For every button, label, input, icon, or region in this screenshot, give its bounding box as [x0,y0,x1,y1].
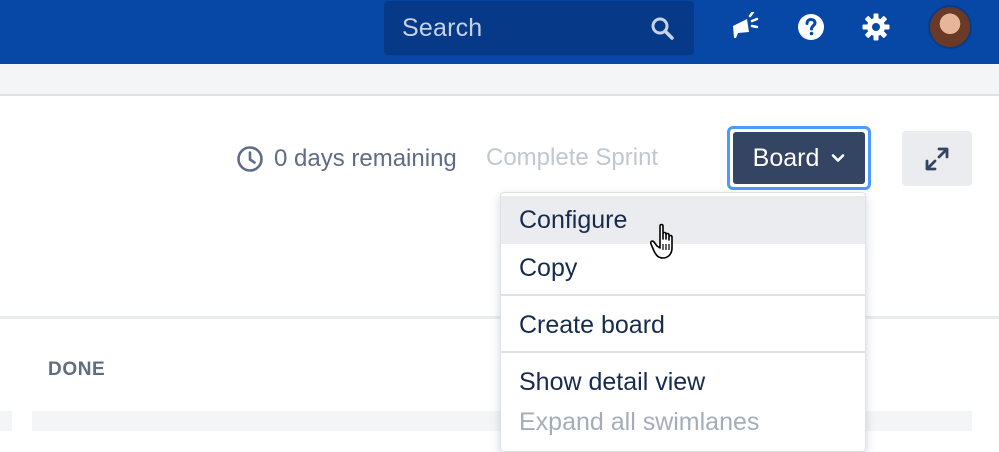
sprint-timer: 0 days remaining [236,142,457,176]
fullscreen-button[interactable] [902,131,972,186]
search-placeholder: Search [402,14,483,42]
menu-item-expand-all-swimlanes[interactable]: Expand all swimlanes [501,398,865,446]
top-navigation: Search [0,0,999,64]
column-background [0,411,12,431]
days-remaining: 0 days remaining [274,145,457,172]
clock-icon [237,146,263,172]
expand-icon [925,147,949,170]
menu-item-create-board[interactable]: Create board [501,301,865,349]
avatar[interactable] [928,5,972,49]
sub-header-band [0,64,999,96]
menu-divider [501,294,865,296]
megaphone-icon[interactable] [729,12,759,42]
column-header-done: DONE [48,359,106,380]
menu-divider [501,351,865,353]
board-button-label: Board [752,143,820,172]
gear-icon[interactable] [861,12,891,42]
board-dropdown-button[interactable]: Board [727,126,871,190]
help-icon[interactable] [796,12,826,42]
search-icon[interactable] [650,16,674,40]
hand-cursor-icon [650,223,673,259]
search-box[interactable]: Search [384,1,694,55]
complete-sprint-button[interactable]: Complete Sprint [486,144,658,172]
chevron-down-icon [832,154,845,162]
